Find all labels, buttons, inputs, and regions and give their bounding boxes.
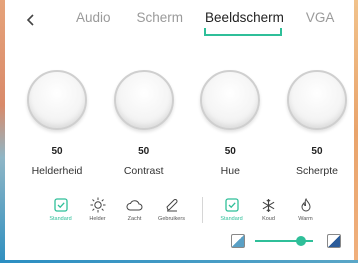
preset-helder[interactable]: Helder <box>79 197 116 222</box>
color-temp-warm[interactable]: Warm <box>287 197 324 222</box>
check-square-icon <box>53 197 68 213</box>
decorative-edge-right <box>354 0 358 263</box>
tab-beeldscherm[interactable]: Beeldscherm <box>197 6 292 36</box>
hue-value: 50 <box>224 146 236 157</box>
slider-thumb[interactable] <box>296 236 307 246</box>
preset-divider <box>202 197 203 223</box>
color-temp-standard-label: Standard <box>220 216 243 222</box>
brightness-label: Helderheid <box>31 165 83 177</box>
settings-window: Audio Scherm Beeldscherm VGA 50 Helderhe… <box>0 0 358 263</box>
sun-icon <box>90 197 106 213</box>
brightness-down-icon[interactable] <box>231 234 245 248</box>
preset-zacht[interactable]: Zacht <box>116 197 153 222</box>
knob-helderheid: 50 Helderheid <box>22 70 92 177</box>
active-tab-indicator <box>204 28 282 36</box>
cloud-icon <box>126 197 143 213</box>
sharpness-label: Scherpte <box>295 165 338 177</box>
preset-gebruikers[interactable]: Gebruikers <box>153 197 190 222</box>
sharpness-value: 50 <box>311 146 323 157</box>
brightness-dial[interactable] <box>27 70 87 130</box>
display-settings-panel: Audio Scherm Beeldscherm VGA 50 Helderhe… <box>6 0 352 259</box>
chevron-left-icon <box>26 14 34 26</box>
color-temp-koud[interactable]: Koud <box>250 197 287 222</box>
check-square-icon <box>224 197 239 213</box>
color-temp-koud-label: Koud <box>262 216 275 222</box>
flame-icon <box>300 197 312 213</box>
brightness-value: 50 <box>51 146 63 157</box>
contrast-dial[interactable] <box>113 70 174 130</box>
color-temp-standard[interactable]: Standard <box>213 197 250 222</box>
sharpness-dial[interactable] <box>286 70 347 130</box>
backlight-slider <box>231 234 341 250</box>
contrast-label: Contrast <box>123 165 164 177</box>
back-button[interactable] <box>22 8 40 32</box>
tab-scherm[interactable]: Scherm <box>129 6 192 36</box>
preset-standard[interactable]: Standard <box>42 197 79 222</box>
hue-dial[interactable] <box>200 70 261 130</box>
preset-gebruikers-label: Gebruikers <box>158 216 185 222</box>
color-temp-warm-label: Warm <box>298 216 313 222</box>
preset-helder-label: Helder <box>89 216 106 222</box>
contrast-value: 50 <box>138 146 150 157</box>
hue-label: Hue <box>220 165 240 177</box>
tab-audio[interactable]: Audio <box>68 6 119 36</box>
preset-zacht-label: Zacht <box>127 216 142 222</box>
knob-hue: 50 Hue <box>195 70 265 177</box>
knob-contrast: 50 Contrast <box>109 70 179 177</box>
knob-scherpte: 50 Scherpte <box>282 70 352 177</box>
brightness-up-icon[interactable] <box>327 234 341 248</box>
pen-icon <box>165 197 179 213</box>
tab-vga[interactable]: VGA <box>298 6 343 36</box>
decorative-edge-left <box>0 0 5 263</box>
preset-bar: Standard Helder Zacht Gebruikers Standar… <box>42 197 344 225</box>
snowflake-icon <box>261 197 276 213</box>
adjustment-knobs: 50 Helderheid 50 Contrast 50 Hue 50 Sche… <box>22 70 352 177</box>
preset-standard-label: Standard <box>49 216 72 222</box>
